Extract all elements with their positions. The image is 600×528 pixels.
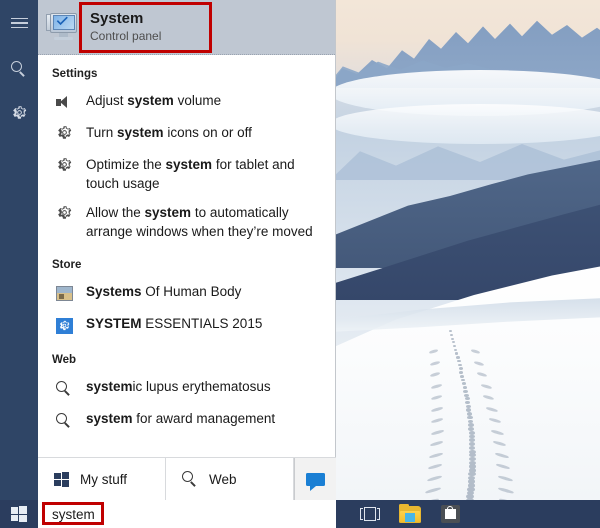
store-app-photo-icon	[55, 286, 73, 301]
file-explorer-button[interactable]	[390, 500, 430, 528]
result-label: Turn system icons on or off	[86, 125, 252, 140]
rail-search-button[interactable]	[0, 46, 38, 92]
result-item[interactable]: Allow the system to automatically arrang…	[38, 198, 335, 246]
tab-my-stuff-label: My stuff	[80, 471, 128, 487]
result-item[interactable]: Systems Of Human Body	[38, 277, 335, 309]
panel-footer-tabs: My stuff Web	[38, 457, 336, 500]
start-button[interactable]	[0, 500, 38, 528]
start-menu-rail	[0, 0, 38, 500]
search-icon	[11, 61, 27, 77]
result-icon	[52, 156, 76, 177]
group-heading-store: Store	[52, 259, 82, 271]
tab-web[interactable]: Web	[166, 458, 294, 500]
tab-my-stuff[interactable]: My stuff	[38, 458, 166, 500]
result-label: Systems Of Human Body	[86, 284, 242, 299]
gear-icon	[12, 105, 27, 125]
screen: System Control panel Settings Adjust syst…	[0, 0, 600, 528]
group-heading-web: Web	[52, 354, 77, 366]
result-item[interactable]: SYSTEM ESSENTIALS 2015	[38, 309, 335, 341]
result-item[interactable]: system for award management	[38, 404, 335, 436]
windows-logo-icon	[10, 506, 28, 523]
cloud-band-lower	[330, 104, 600, 144]
task-view-icon	[360, 507, 380, 521]
result-icon	[52, 315, 76, 336]
gear-icon	[57, 157, 72, 177]
result-item[interactable]: Turn system icons on or off	[38, 118, 335, 150]
result-icon	[52, 92, 76, 113]
top-result-title: System	[90, 10, 144, 27]
rail-hamburger-button[interactable]	[0, 0, 38, 46]
windows-logo-icon	[54, 471, 69, 487]
result-icon	[52, 124, 76, 145]
file-explorer-icon	[399, 503, 421, 523]
taskbar-search-value: system	[52, 506, 95, 522]
result-icon	[52, 204, 76, 225]
rail-settings-button[interactable]	[0, 92, 38, 138]
results-list: Settings Adjust system volume Turn system …	[38, 55, 335, 436]
result-label: Adjust system volume	[86, 93, 222, 108]
result-label: systemic lupus erythematosus	[86, 379, 271, 394]
result-icon	[52, 410, 76, 431]
search-icon	[182, 471, 198, 487]
feedback-bubble-icon	[306, 472, 325, 491]
search-icon	[56, 412, 72, 429]
result-label: Allow the system to automatically arrang…	[86, 205, 313, 239]
result-label: system for award management	[86, 411, 276, 426]
gear-icon	[57, 125, 72, 145]
taskbar: system	[0, 500, 600, 528]
result-item[interactable]: systemic lupus erythematosus	[38, 372, 335, 404]
system-control-panel-icon	[46, 12, 80, 42]
gear-icon	[57, 205, 72, 225]
result-label: Optimize the system for tablet and touch…	[86, 157, 295, 191]
result-label: SYSTEM ESSENTIALS 2015	[86, 316, 263, 331]
taskbar-icon-group	[350, 500, 470, 528]
tab-web-label: Web	[209, 471, 237, 487]
top-result-subtitle: Control panel	[90, 29, 162, 43]
result-item[interactable]: Adjust system volume	[38, 86, 335, 118]
top-result-row[interactable]: System Control panel	[38, 0, 335, 55]
result-icon	[52, 283, 76, 304]
search-results-panel: System Control panel Settings Adjust syst…	[38, 0, 336, 500]
hamburger-icon	[10, 17, 28, 29]
store-app-gear-icon	[55, 317, 73, 334]
taskbar-search-input[interactable]: system	[38, 500, 336, 528]
result-item[interactable]: Optimize the system for tablet and touch…	[38, 150, 335, 198]
group-heading-settings: Settings	[52, 68, 98, 80]
task-view-button[interactable]	[350, 500, 390, 528]
store-icon	[440, 505, 460, 523]
feedback-button[interactable]	[294, 458, 336, 500]
speaker-icon	[56, 96, 72, 109]
result-icon	[52, 378, 76, 399]
snow-tracks	[405, 330, 535, 500]
search-icon	[56, 380, 72, 397]
store-button[interactable]	[430, 500, 470, 528]
